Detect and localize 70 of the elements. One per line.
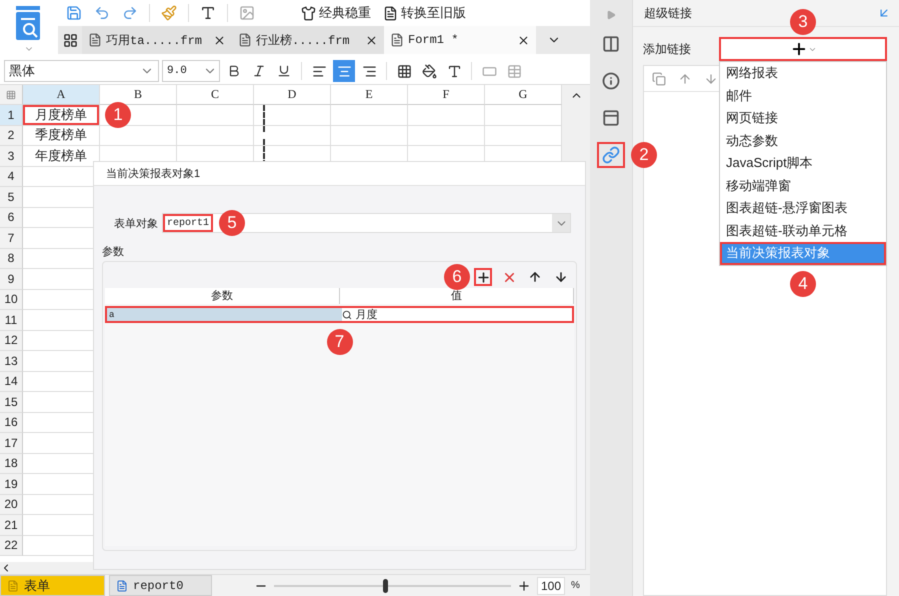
field-label: 表单对象: [113, 216, 158, 230]
row-header[interactable]: 3: [0, 146, 23, 166]
row-header[interactable]: 5: [0, 187, 23, 208]
row-header[interactable]: 18: [0, 454, 23, 474]
zoom-input[interactable]: 100: [537, 576, 565, 594]
zoom-unit: %: [571, 580, 580, 591]
row-header[interactable]: 8: [0, 248, 23, 269]
row-header[interactable]: 11: [0, 310, 23, 330]
row-header[interactable]: 12: [0, 330, 23, 351]
close-icon[interactable]: [517, 34, 530, 46]
row-header[interactable]: 6: [0, 208, 23, 228]
row-header[interactable]: 17: [0, 433, 23, 454]
file-tab[interactable]: 巧用ta.....frm: [82, 26, 232, 54]
close-icon[interactable]: [213, 34, 226, 46]
document-icon: [7, 580, 19, 592]
column-header[interactable]: F: [408, 85, 485, 105]
parameter-value-cell[interactable]: 月度: [356, 307, 378, 322]
row-header[interactable]: 10: [0, 290, 23, 310]
column-header[interactable]: C: [177, 85, 254, 105]
callout-badge: 6: [444, 264, 470, 290]
row-header[interactable]: 9: [0, 269, 23, 290]
size-select[interactable]: 9.0: [162, 60, 220, 82]
parameter-name-cell[interactable]: a: [105, 306, 342, 323]
column-header: 参数: [105, 288, 340, 304]
form-object-select[interactable]: report1 5: [162, 213, 571, 233]
document-icon: [116, 580, 128, 592]
document-icon: [238, 33, 252, 47]
sheet-tab[interactable]: 表单: [0, 575, 105, 596]
row-header[interactable]: 22: [0, 536, 23, 556]
toolbar-button[interactable]: 转换至旧版: [379, 2, 470, 24]
file-tab[interactable]: 行业榜.....frm: [232, 26, 384, 54]
row-header[interactable]: 19: [0, 474, 23, 494]
column-header[interactable]: B: [100, 85, 177, 105]
row-header[interactable]: 2: [0, 126, 23, 146]
document-icon: [390, 33, 404, 47]
group-title: 参数: [102, 245, 125, 259]
font-select[interactable]: 黑体: [4, 60, 159, 82]
column-header: 值: [340, 288, 574, 304]
copy-icon[interactable]: [652, 72, 666, 86]
row-header[interactable]: 16: [0, 412, 23, 433]
row-header[interactable]: 1: [0, 105, 23, 126]
callout-badge: 3: [790, 9, 816, 35]
dropdown-button[interactable]: [552, 214, 570, 232]
slider-thumb[interactable]: [383, 578, 388, 592]
panel-title: 超级链接: [644, 4, 692, 22]
document-icon: [88, 33, 102, 47]
column-header[interactable]: A: [23, 85, 100, 105]
shirt-icon: [301, 6, 316, 20]
callout-badge: 5: [219, 210, 246, 236]
document-icon: [383, 6, 398, 20]
column-header[interactable]: G: [485, 85, 562, 105]
add-link-label: 添加链接: [643, 40, 692, 58]
row-header[interactable]: 4: [0, 166, 23, 187]
row-header[interactable]: 7: [0, 228, 23, 248]
toolbar-button[interactable]: 经典稳重: [297, 2, 375, 24]
row-header[interactable]: 21: [0, 515, 23, 536]
row-header[interactable]: 15: [0, 392, 23, 412]
row-header[interactable]: 13: [0, 351, 23, 372]
callout-badge: 7: [326, 329, 352, 355]
sheet-tab[interactable]: report0: [109, 575, 212, 596]
select-all-icon[interactable]: [0, 85, 23, 105]
row-header[interactable]: 14: [0, 372, 23, 392]
column-header[interactable]: E: [331, 85, 408, 105]
zoom-in-icon[interactable]: [517, 578, 531, 592]
row-header[interactable]: 20: [0, 494, 23, 515]
table-cell: 季度榜单: [23, 126, 100, 146]
close-icon[interactable]: [365, 34, 378, 46]
column-header[interactable]: D: [254, 85, 331, 105]
dialog-title: 当前决策报表对象1: [106, 167, 200, 181]
file-tab[interactable]: Form1 *: [384, 26, 536, 54]
